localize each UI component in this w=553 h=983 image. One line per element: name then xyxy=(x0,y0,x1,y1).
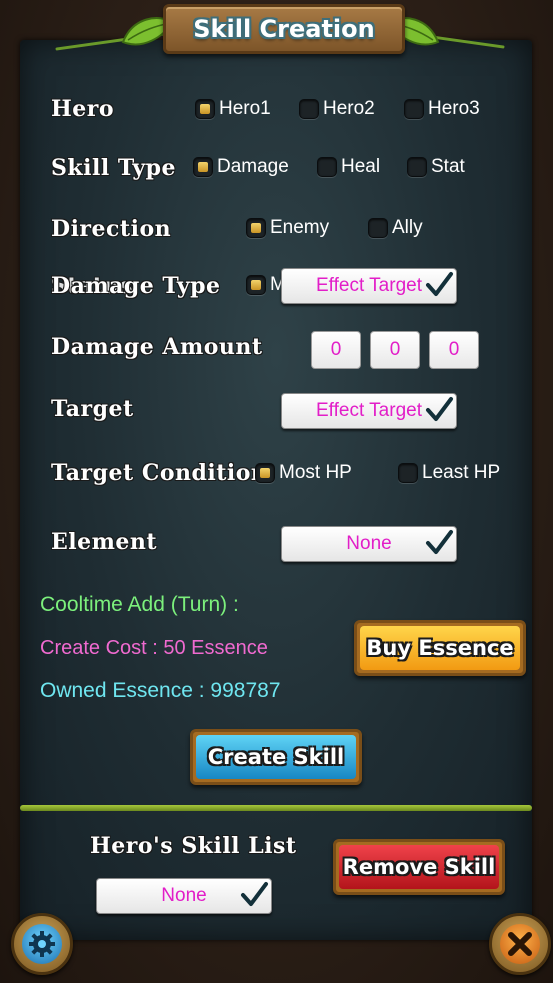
checkmark-icon xyxy=(426,530,453,554)
target-dropdown-value: Effect Target xyxy=(316,400,422,421)
most-hp-label: Most HP xyxy=(279,462,352,483)
checkmark-icon xyxy=(241,882,268,906)
checkbox-box xyxy=(368,218,388,238)
skill-list-label: Hero's Skill List xyxy=(90,833,297,859)
element-label: Element xyxy=(51,529,158,555)
create-skill-label: Create Skill xyxy=(207,745,345,769)
element-dropdown-value: None xyxy=(346,533,392,554)
least-hp-label: Least HP xyxy=(422,462,501,483)
direction-label: Direction xyxy=(51,216,172,242)
target-label: Target xyxy=(51,396,134,422)
heal-label: Heal xyxy=(341,156,381,177)
checkbox-box xyxy=(246,275,266,295)
stat-checkbox[interactable]: Stat xyxy=(407,156,465,178)
remove-skill-button[interactable]: Remove Skill xyxy=(333,839,505,895)
damage-label: Damage xyxy=(217,156,289,177)
hero1-checkbox[interactable]: Hero1 xyxy=(195,98,271,120)
enemy-checkbox[interactable]: Enemy xyxy=(246,217,329,239)
ally-label: Ally xyxy=(392,217,423,238)
damage-type-checkbox[interactable]: M xyxy=(246,274,286,296)
create-cost-text: Create Cost : 50 Essence xyxy=(40,637,268,659)
buy-essence-button[interactable]: Buy Essence xyxy=(354,620,526,676)
hero1-label: Hero1 xyxy=(219,98,271,119)
checkbox-box xyxy=(317,157,337,177)
damage-digit-2[interactable]: 0 xyxy=(370,331,420,369)
ally-checkbox[interactable]: Ally xyxy=(368,217,423,239)
damage-amount-label: Damage Amount xyxy=(51,334,263,360)
checkbox-box xyxy=(407,157,427,177)
hero3-checkbox[interactable]: Hero3 xyxy=(404,98,480,120)
owned-essence-text: Owned Essence : 998787 xyxy=(40,679,281,702)
settings-button[interactable] xyxy=(11,913,73,975)
stat-label: Stat xyxy=(431,156,465,177)
element-dropdown[interactable]: None xyxy=(281,526,457,562)
damage-type-dropdown-value: Effect Target xyxy=(316,275,422,296)
checkmark-icon xyxy=(426,272,453,296)
checkmark-icon xyxy=(426,397,453,421)
damage-digit-3[interactable]: 0 xyxy=(429,331,479,369)
damage-type-dropdown[interactable]: Effect Target xyxy=(281,268,457,304)
settings-button-face xyxy=(22,924,62,964)
remove-skill-label: Remove Skill xyxy=(342,855,496,879)
damage-type-label: Damage Type xyxy=(51,273,221,299)
checkbox-box xyxy=(255,463,275,483)
create-skill-button[interactable]: Create Skill xyxy=(190,729,362,785)
target-condition-label: Target Condition xyxy=(51,460,268,486)
buy-essence-label: Buy Essence xyxy=(366,636,514,660)
hero3-label: Hero3 xyxy=(428,98,480,119)
hero2-checkbox[interactable]: Hero2 xyxy=(299,98,375,120)
checkbox-box xyxy=(193,157,213,177)
target-dropdown[interactable]: Effect Target xyxy=(281,393,457,429)
title-banner: Skill Creation xyxy=(163,4,405,54)
most-hp-checkbox[interactable]: Most HP xyxy=(255,462,352,484)
checkbox-box xyxy=(195,99,215,119)
checkbox-box xyxy=(404,99,424,119)
checkbox-box xyxy=(398,463,418,483)
skill-list-dropdown-value: None xyxy=(161,885,207,906)
section-divider xyxy=(20,805,532,811)
damage-digit-1[interactable]: 0 xyxy=(311,331,361,369)
checkbox-box xyxy=(299,99,319,119)
skill-list-dropdown[interactable]: None xyxy=(96,878,272,914)
cooltime-text: Cooltime Add (Turn) : xyxy=(40,593,239,616)
heal-checkbox[interactable]: Heal xyxy=(317,156,380,178)
close-button[interactable] xyxy=(489,913,551,975)
close-icon xyxy=(508,932,532,956)
least-hp-checkbox[interactable]: Least HP xyxy=(398,462,500,484)
hero-label: Hero xyxy=(51,96,115,122)
damage-checkbox[interactable]: Damage xyxy=(193,156,289,178)
checkbox-box xyxy=(246,218,266,238)
close-button-face xyxy=(500,924,540,964)
page-title: Skill Creation xyxy=(193,15,375,43)
skill-type-label: Skill Type xyxy=(51,155,176,181)
gear-icon xyxy=(29,931,55,957)
hero2-label: Hero2 xyxy=(323,98,375,119)
enemy-label: Enemy xyxy=(270,217,330,238)
